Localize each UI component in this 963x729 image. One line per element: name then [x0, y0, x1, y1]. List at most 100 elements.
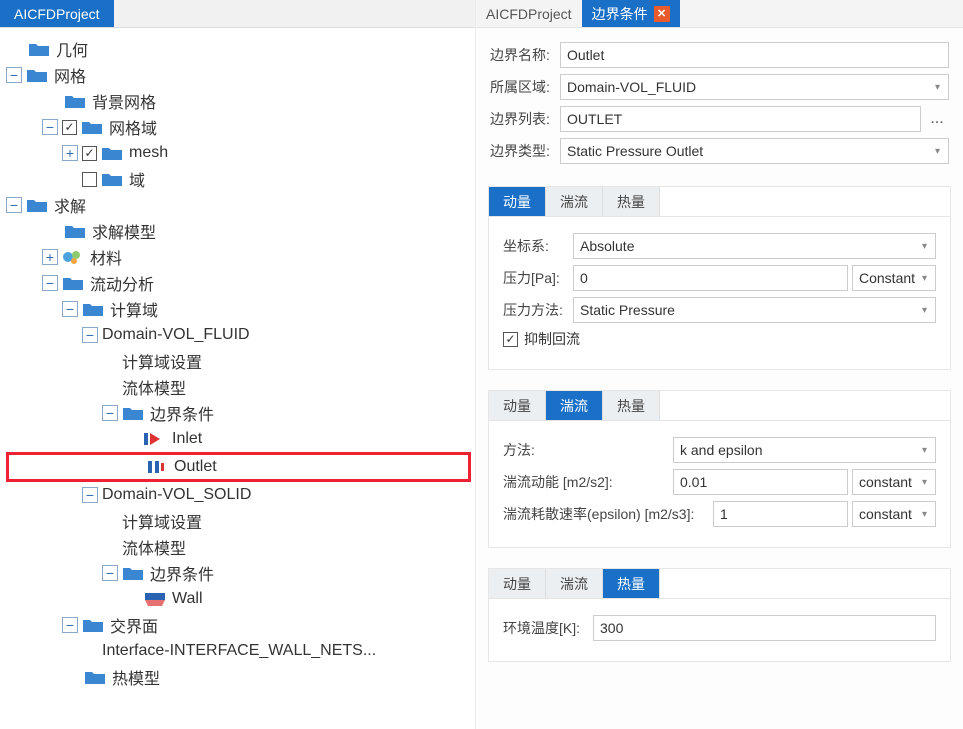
tab-momentum[interactable]: 动量 [489, 187, 546, 216]
expand-icon[interactable]: + [42, 249, 58, 265]
collapse-icon[interactable]: − [6, 67, 22, 83]
tree-label: Wall [172, 590, 203, 608]
select-region[interactable]: Domain-VOL_FLUID [560, 74, 949, 100]
tree-node-thermal-model[interactable]: 热模型 [6, 664, 471, 690]
select-bc-type[interactable]: Static Pressure Outlet [560, 138, 949, 164]
expand-icon[interactable]: + [62, 145, 78, 161]
tree-node-interface-item[interactable]: Interface-INTERFACE_WALL_NETS... [6, 638, 471, 664]
select-method[interactable]: k and epsilon [673, 437, 936, 463]
folder-icon [26, 67, 48, 83]
tree-node-wall[interactable]: Wall [6, 586, 471, 612]
collapse-icon[interactable]: − [62, 617, 78, 633]
collapse-icon[interactable]: − [6, 197, 22, 213]
label-coord: 坐标系: [503, 236, 573, 256]
collapse-icon[interactable]: − [42, 119, 58, 135]
tab-momentum[interactable]: 动量 [489, 569, 546, 598]
tree-node-solve-model[interactable]: 求解模型 [6, 218, 471, 244]
select-tke-mode[interactable]: constant [852, 469, 936, 495]
tree-node-domain-solid[interactable]: − Domain-VOL_SOLID [6, 482, 471, 508]
collapse-icon[interactable]: − [102, 565, 118, 581]
input-tke[interactable]: 0.01 [673, 469, 848, 495]
checkbox[interactable]: ✓ [62, 120, 77, 135]
inlet-icon [144, 431, 166, 447]
tab-momentum[interactable]: 动量 [489, 391, 546, 420]
tree-label: 网格 [54, 63, 86, 87]
label-suppress-backflow: 抑制回流 [524, 329, 580, 349]
label-pressure: 压力[Pa]: [503, 268, 573, 288]
input-eps[interactable]: 1 [713, 501, 848, 527]
tree-node-fluid-model-1[interactable]: 流体模型 [6, 374, 471, 400]
tab-turbulence[interactable]: 湍流 [546, 187, 603, 216]
checkbox[interactable] [82, 172, 97, 187]
tree-node-mesh-domain[interactable]: − ✓ 网格域 [6, 114, 471, 140]
tree-label: 求解模型 [92, 219, 156, 243]
tree-label: 材料 [90, 245, 122, 269]
collapse-icon[interactable]: − [82, 487, 98, 503]
subtabs-turbulence: 动量 湍流 热量 [489, 391, 950, 421]
checkbox[interactable]: ✓ [82, 146, 97, 161]
tab-heat[interactable]: 热量 [603, 187, 660, 216]
tree-label: 流体模型 [122, 535, 186, 559]
bc-tab[interactable]: 边界条件 ✕ [582, 0, 680, 27]
label-bc-type: 边界类型: [490, 141, 560, 161]
tree-node-mesh-root[interactable]: − 网格 [6, 62, 471, 88]
label-bc-list: 边界列表: [490, 109, 560, 129]
outlet-icon [146, 459, 168, 475]
turbulence-section: 动量 湍流 热量 方法: k and epsilon 湍流动能 [m2/s2]:… [488, 390, 951, 548]
tree-node-flow-analysis[interactable]: − 流动分析 [6, 270, 471, 296]
tree-node-outlet[interactable]: Outlet [6, 452, 471, 482]
tree-node-mesh-item[interactable]: + ✓ mesh [6, 140, 471, 166]
folder-icon [64, 93, 86, 109]
left-tabbar: AICFDProject [0, 0, 475, 28]
project-tab[interactable]: AICFDProject [0, 0, 114, 27]
tab-heat[interactable]: 热量 [603, 391, 660, 420]
folder-icon [64, 223, 86, 239]
browse-button[interactable]: ... [925, 106, 949, 132]
tree-node-domain-item[interactable]: 域 [6, 166, 471, 192]
select-pressure-mode[interactable]: Constant [852, 265, 936, 291]
properties-pane: AICFDProject 边界条件 ✕ 边界名称: Outlet 所属区域: D… [476, 0, 963, 729]
tree-node-domain-settings-1[interactable]: 计算域设置 [6, 348, 471, 374]
select-pressure-method[interactable]: Static Pressure [573, 297, 936, 323]
tree-node-interfaces[interactable]: − 交界面 [6, 612, 471, 638]
select-eps-mode[interactable]: constant [852, 501, 936, 527]
input-env-temp[interactable]: 300 [593, 615, 936, 641]
tree-label: Domain-VOL_FLUID [102, 326, 250, 344]
select-coord[interactable]: Absolute [573, 233, 936, 259]
tree-node-inlet[interactable]: Inlet [6, 426, 471, 452]
bc-header-form: 边界名称: Outlet 所属区域: Domain-VOL_FLUID 边界列表… [476, 28, 963, 176]
collapse-icon[interactable]: − [82, 327, 98, 343]
project-tab[interactable]: AICFDProject [476, 0, 582, 27]
tree-node-geometry[interactable]: 几何 [6, 36, 471, 62]
label-eps: 湍流耗散速率(epsilon) [m2/s3]: [503, 504, 713, 524]
input-bc-name[interactable]: Outlet [560, 42, 949, 68]
tree-label: 背景网格 [92, 89, 156, 113]
tree-label: 热模型 [112, 665, 160, 689]
tab-heat[interactable]: 热量 [603, 569, 660, 598]
close-icon[interactable]: ✕ [654, 6, 670, 22]
tree-label: Interface-INTERFACE_WALL_NETS... [102, 642, 376, 660]
tree-node-solve[interactable]: − 求解 [6, 192, 471, 218]
folder-icon [28, 41, 50, 57]
tree-node-bc-1[interactable]: − 边界条件 [6, 400, 471, 426]
folder-icon [84, 669, 106, 685]
tree-label: 边界条件 [150, 561, 214, 585]
tree-node-materials[interactable]: + 材料 [6, 244, 471, 270]
tree-node-bg-mesh[interactable]: 背景网格 [6, 88, 471, 114]
tree-node-fluid-model-2[interactable]: 流体模型 [6, 534, 471, 560]
collapse-icon[interactable]: − [62, 301, 78, 317]
tab-turbulence[interactable]: 湍流 [546, 391, 603, 420]
checkbox-suppress-backflow[interactable]: ✓ [503, 332, 518, 347]
collapse-icon[interactable]: − [102, 405, 118, 421]
tree-node-domain-settings-2[interactable]: 计算域设置 [6, 508, 471, 534]
input-pressure[interactable]: 0 [573, 265, 848, 291]
label-region: 所属区域: [490, 77, 560, 97]
collapse-icon[interactable]: − [42, 275, 58, 291]
tree-label: 边界条件 [150, 401, 214, 425]
tree-node-comp-domain[interactable]: − 计算域 [6, 296, 471, 322]
tree-node-bc-2[interactable]: − 边界条件 [6, 560, 471, 586]
input-bc-list[interactable]: OUTLET [560, 106, 921, 132]
tab-turbulence[interactable]: 湍流 [546, 569, 603, 598]
tree-label: 几何 [56, 37, 88, 61]
tree-node-domain-fluid[interactable]: − Domain-VOL_FLUID [6, 322, 471, 348]
